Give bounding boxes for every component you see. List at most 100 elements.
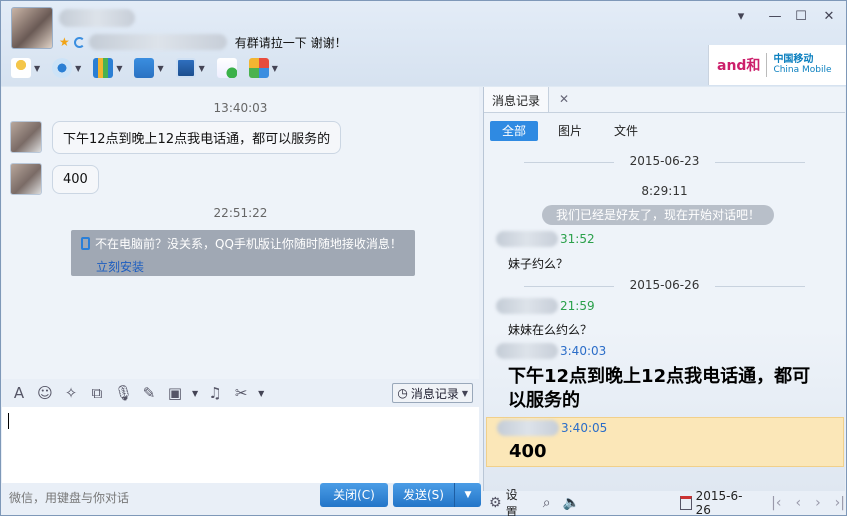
close-icon[interactable]: ✕ xyxy=(821,9,837,24)
history-message: 妹子约么？ xyxy=(508,257,569,271)
message-history-button[interactable]: ◷ 消息记录 ▼ xyxy=(392,383,473,403)
screen-share-icon xyxy=(93,58,114,78)
send-options-icon[interactable]: ▼ xyxy=(455,483,481,507)
china-mobile-cn: 中国移动 xyxy=(773,54,814,65)
chevron-down-icon: ▼ xyxy=(34,63,41,73)
history-message: 400 xyxy=(509,441,547,462)
apps-button[interactable]: ▼ xyxy=(245,55,282,81)
add-to-chat-button[interactable] xyxy=(213,55,241,81)
history-time: 8:29:11 xyxy=(641,184,688,198)
filter-images[interactable]: 图片 xyxy=(546,121,594,141)
file-transfer-icon xyxy=(134,58,155,78)
history-sender: 3:40:03 xyxy=(496,343,606,359)
install-link[interactable]: 立刻安装 xyxy=(96,258,405,275)
filter-all[interactable]: 全部 xyxy=(490,121,539,141)
history-tabbar: 消息记录 ✕ xyxy=(484,87,845,113)
video-icon xyxy=(52,58,73,78)
china-mobile-ad[interactable]: and和 中国移动 China Mobile xyxy=(708,45,846,85)
speaker-icon[interactable]: 🔈 xyxy=(563,495,580,511)
first-page-icon[interactable]: |‹ xyxy=(771,495,781,511)
history-sender: 31:52 xyxy=(496,231,595,247)
close-tab-icon[interactable]: ✕ xyxy=(559,92,569,112)
chevron-down-icon[interactable]: ▼ xyxy=(192,389,198,398)
message-history-label: 消息记录 xyxy=(410,386,459,401)
history-footer: ⚙ 设置 ⌕ 🔈 2015-6-26 |‹ ‹ › ›| xyxy=(483,488,845,516)
settings-label[interactable]: 设置 xyxy=(506,486,525,516)
history-time: 21:59 xyxy=(560,299,595,313)
video-call-button[interactable]: ▼ xyxy=(48,55,85,81)
page-navigation: |‹ ‹ › ›| xyxy=(771,495,845,511)
mobile-qq-notice: 不在电脑前？没关系，QQ手机版让你随时随地接收消息！ 立刻安装 xyxy=(71,230,415,276)
sender-name-redacted xyxy=(496,298,558,314)
message-input[interactable] xyxy=(2,407,479,483)
dropdown-icon[interactable]: ▾ xyxy=(733,9,749,24)
font-icon[interactable]: A xyxy=(10,384,28,402)
history-time: 31:52 xyxy=(560,232,595,246)
send-label[interactable]: 发送(S) xyxy=(393,483,455,507)
minimize-icon[interactable]: — xyxy=(767,9,783,24)
last-page-icon[interactable]: ›| xyxy=(835,495,845,511)
add-to-chat-icon xyxy=(216,58,237,78)
shake-icon[interactable]: ✧ xyxy=(62,384,80,402)
filter-files[interactable]: 文件 xyxy=(602,121,650,141)
history-sender: 21:59 xyxy=(496,298,595,314)
chevron-down-icon: ▼ xyxy=(461,388,468,398)
close-button[interactable]: 关闭(C) xyxy=(320,483,388,507)
tab-message-history[interactable]: 消息记录 xyxy=(484,87,550,112)
message-bubble: 400 xyxy=(52,165,99,194)
remote-desktop-button[interactable]: ▼ xyxy=(172,55,209,81)
voice-message-icon[interactable]: 🎙 xyxy=(114,384,133,402)
apps-icon xyxy=(248,58,269,78)
mic-icon xyxy=(11,58,31,78)
gear-icon[interactable]: ⚙ xyxy=(489,495,502,511)
remote-desktop-icon xyxy=(175,58,196,78)
toolbar: ▼ ▼ ▼ ▼ ▼ ▼ xyxy=(7,55,282,81)
file-transfer-button[interactable]: ▼ xyxy=(130,55,167,81)
history-footer-date[interactable]: 2015-6-26 xyxy=(696,489,746,516)
voice-call-button[interactable]: ▼ xyxy=(7,55,44,81)
china-mobile-en: China Mobile xyxy=(773,65,832,75)
input-toolbar: A ☺ ✧ ⧉ 🎙 ✎ ▣ ▼ ♫ ✂ ▼ ◷ 消息记录 ▼ xyxy=(2,379,479,407)
status-ring-icon[interactable] xyxy=(73,36,85,48)
history-pane: 消息记录 ✕ 全部 图片 文件 2015-06-23 8:29:11 我们已经是… xyxy=(483,87,845,491)
maximize-icon[interactable]: ☐ xyxy=(793,9,809,24)
china-mobile-logo: 中国移动 China Mobile xyxy=(773,54,831,76)
chevron-down-icon[interactable]: ▼ xyxy=(258,389,264,398)
history-date: 2015-06-26 xyxy=(484,278,845,292)
send-button[interactable]: 发送(S) ▼ xyxy=(393,483,481,507)
signature-row: ★ 有群请拉一下 谢谢！ xyxy=(59,34,347,50)
chevron-down-icon: ▼ xyxy=(116,63,123,73)
prev-page-icon[interactable]: ‹ xyxy=(795,495,801,511)
contact-avatar[interactable] xyxy=(11,7,53,49)
message-area[interactable]: 13:40:03 下午12点到晚上12点我电话通，都可以服务的 400 22:5… xyxy=(2,87,479,379)
selected-history-entry[interactable]: 3:40:05 400 xyxy=(486,417,844,467)
screen-share-button[interactable]: ▼ xyxy=(89,55,126,81)
clock-icon: ◷ xyxy=(397,386,408,400)
history-date: 2015-06-23 xyxy=(484,154,845,168)
edit-icon[interactable]: ✎ xyxy=(140,384,158,402)
calendar-icon[interactable] xyxy=(680,496,692,510)
history-time: 3:40:03 xyxy=(560,344,607,358)
and-logo: and和 xyxy=(717,58,761,74)
history-sender: 3:40:05 xyxy=(497,420,607,436)
input-hint: 微信，用键盘与你对话 xyxy=(9,491,130,505)
next-page-icon[interactable]: › xyxy=(815,495,821,511)
sender-name-redacted xyxy=(497,420,559,436)
history-message: 下午12点到晚上12点我电话通，都可以服务的 xyxy=(508,366,811,411)
avatar[interactable] xyxy=(10,121,42,153)
chevron-down-icon: ▼ xyxy=(198,63,205,73)
image-icon[interactable]: ▣ xyxy=(166,384,184,402)
chevron-down-icon: ▼ xyxy=(75,63,82,73)
ad-divider xyxy=(766,53,768,77)
star-icon[interactable]: ★ xyxy=(59,35,70,49)
chevron-down-icon: ▼ xyxy=(157,63,164,73)
scissors-icon[interactable]: ✂ xyxy=(232,384,250,402)
notice-text: 不在电脑前？没关系，QQ手机版让你随时随地接收消息！ xyxy=(95,237,402,251)
history-time: 3:40:05 xyxy=(561,421,608,435)
sender-name-redacted xyxy=(496,343,558,359)
emoji-icon[interactable]: ☺ xyxy=(36,384,54,402)
avatar[interactable] xyxy=(10,163,42,195)
search-icon[interactable]: ⌕ xyxy=(543,495,551,511)
screenshot-icon[interactable]: ⧉ xyxy=(88,384,106,402)
music-icon[interactable]: ♫ xyxy=(206,384,224,402)
